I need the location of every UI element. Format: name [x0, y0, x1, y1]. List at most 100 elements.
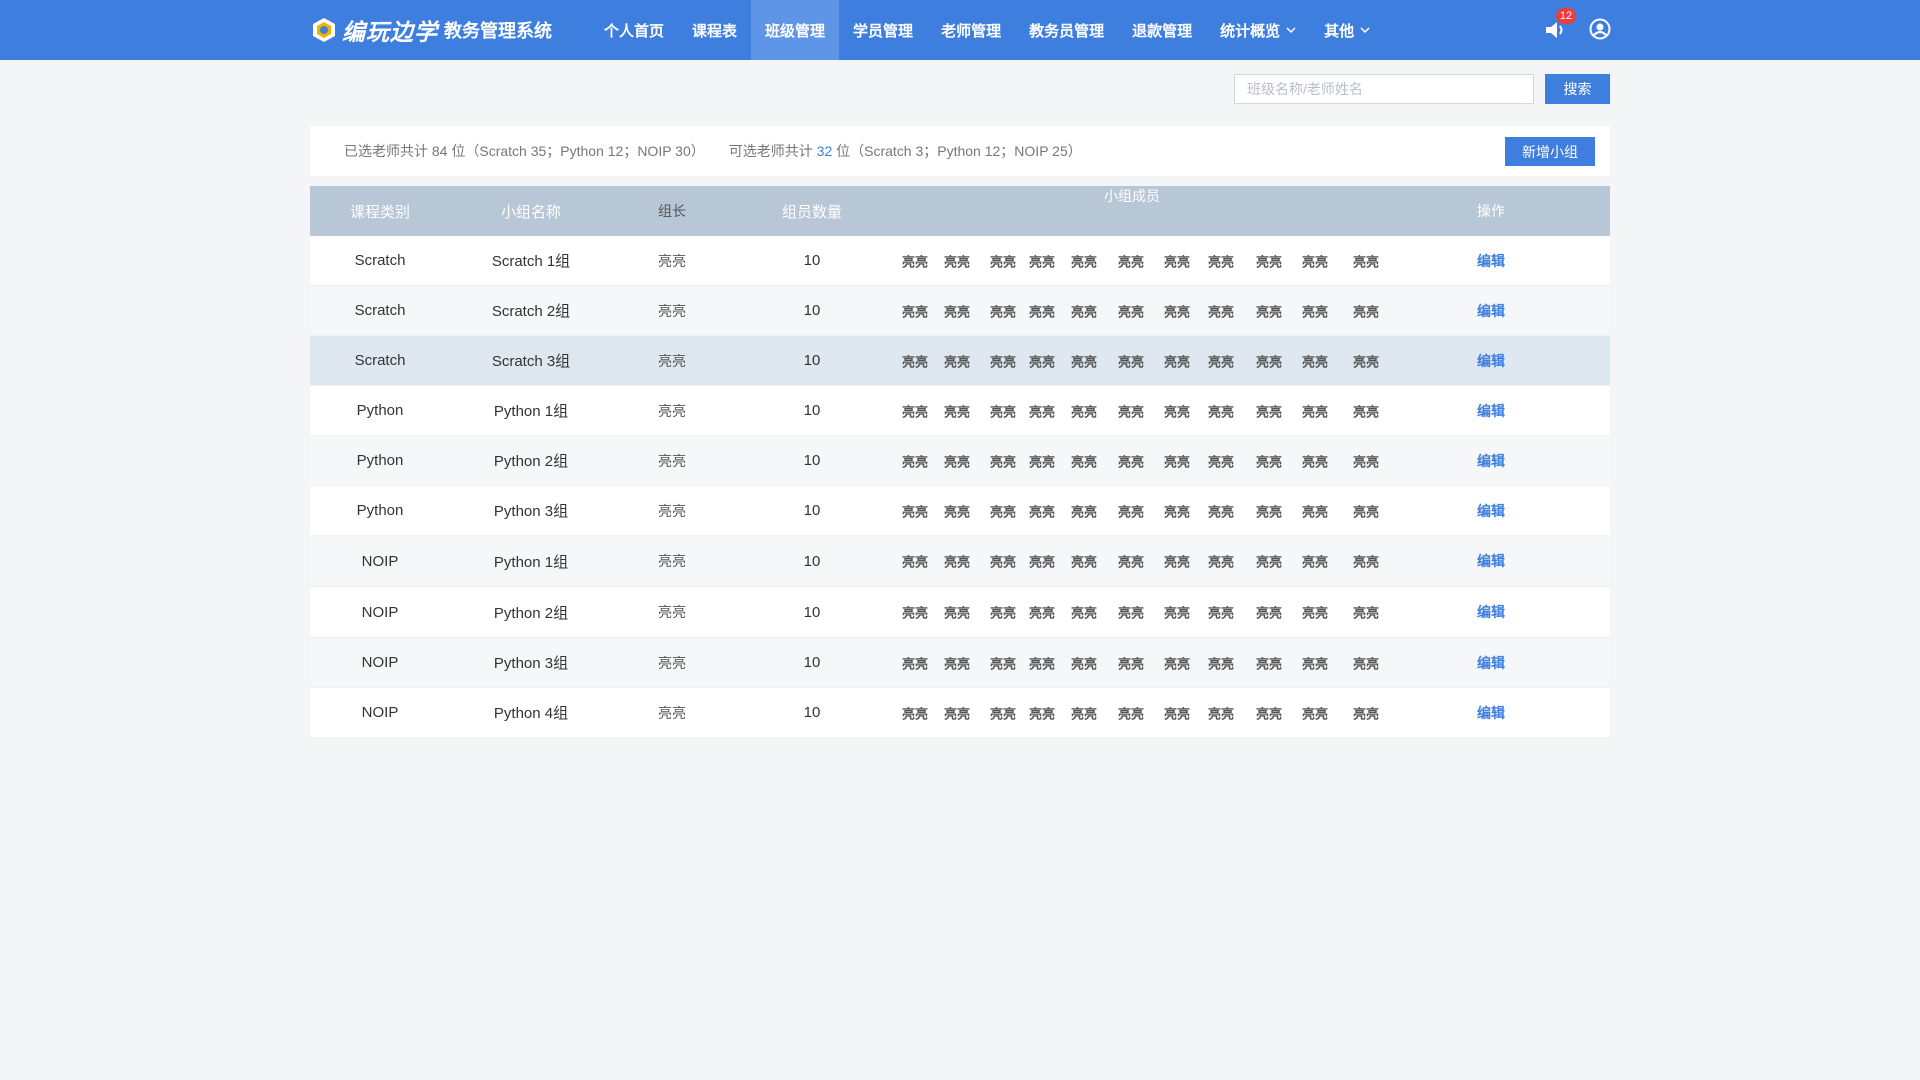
add-group-button[interactable]: 新增小组 — [1505, 137, 1595, 166]
member-name: 亮亮 — [1029, 454, 1056, 469]
edit-link[interactable]: 编辑 — [1477, 403, 1505, 419]
edit-link[interactable]: 编辑 — [1477, 705, 1505, 721]
member-list: 亮亮 亮亮 亮亮 亮亮 亮亮 亮亮 亮亮 亮亮 亮亮 亮亮 亮亮 — [892, 536, 1379, 586]
nav-item[interactable]: 学员管理 — [839, 0, 927, 60]
member-name: 亮亮 — [1029, 304, 1056, 319]
member-list: 亮亮 亮亮 亮亮 亮亮 亮亮 亮亮 亮亮 亮亮 亮亮 亮亮 亮亮 — [892, 236, 1379, 285]
summary-text: 已选老师共计 84 位（Scratch 35；Python 12；NOIP 30… — [344, 126, 1082, 176]
member-list: 亮亮 亮亮 亮亮 亮亮 亮亮 亮亮 亮亮 亮亮 亮亮 亮亮 亮亮 — [892, 436, 1379, 485]
member-name: 亮亮 — [944, 354, 971, 369]
member-name: 亮亮 — [990, 404, 1017, 419]
group-name-cell: Python 2组 — [493, 604, 569, 622]
member-name: 亮亮 — [1118, 504, 1145, 519]
member-name: 亮亮 — [1164, 706, 1191, 721]
nav-item[interactable]: 课程表 — [678, 0, 751, 60]
member-name: 亮亮 — [1302, 304, 1329, 319]
member-name: 亮亮 — [1353, 354, 1380, 369]
member-name: 亮亮 — [1071, 706, 1098, 721]
nav-item[interactable]: 老师管理 — [927, 0, 1015, 60]
member-name: 亮亮 — [944, 254, 971, 269]
member-name: 亮亮 — [902, 554, 929, 570]
members-cell: 亮亮 亮亮 亮亮 亮亮 亮亮 亮亮 亮亮 亮亮 亮亮 亮亮 亮亮 — [892, 688, 1379, 737]
group-name-cell: Python 2组 — [493, 453, 569, 470]
member-name: 亮亮 — [1302, 504, 1329, 519]
table-row: NOIP Python 2组 亮亮 10 亮亮 亮亮 亮亮 亮亮 亮亮 亮亮 亮亮 亮亮 亮亮 亮亮 亮亮编… — [310, 587, 1610, 638]
edit-link[interactable]: 编辑 — [1477, 253, 1505, 269]
member-name: 亮亮 — [1071, 354, 1098, 369]
actions-cell: 编辑 — [1372, 501, 1610, 521]
edit-link[interactable]: 编辑 — [1477, 655, 1505, 671]
member-name: 亮亮 — [990, 354, 1017, 369]
nav-item[interactable]: 统计概览 — [1206, 0, 1310, 60]
member-name: 亮亮 — [990, 605, 1017, 621]
actions-cell: 编辑 — [1372, 703, 1610, 723]
edit-link[interactable]: 编辑 — [1477, 353, 1505, 369]
nav-item[interactable]: 个人首页 — [590, 0, 678, 60]
leader-cell: 亮亮 — [658, 352, 686, 369]
member-name: 亮亮 — [990, 706, 1017, 721]
member-name: 亮亮 — [1118, 454, 1145, 469]
member-name: 亮亮 — [902, 354, 929, 369]
chevron-down-icon — [1286, 27, 1296, 34]
nav-item-label: 班级管理 — [765, 22, 826, 40]
member-name: 亮亮 — [902, 504, 929, 519]
member-name: 亮亮 — [1256, 554, 1283, 570]
brand[interactable]: 编玩边学 教务管理系统 — [310, 13, 552, 47]
member-name: 亮亮 — [1029, 554, 1056, 570]
member-name: 亮亮 — [1353, 656, 1380, 671]
member-count-cell: 10 — [803, 603, 821, 621]
group-name-cell: Scratch 1组 — [491, 253, 571, 270]
leader-cell: 亮亮 — [658, 402, 686, 419]
members-cell: 亮亮 亮亮 亮亮 亮亮 亮亮 亮亮 亮亮 亮亮 亮亮 亮亮 亮亮 — [892, 236, 1379, 285]
nav-item[interactable]: 教务员管理 — [1015, 0, 1118, 60]
edit-link[interactable]: 编辑 — [1477, 553, 1505, 569]
member-name: 亮亮 — [1029, 254, 1056, 269]
member-name: 亮亮 — [1164, 304, 1191, 319]
member-name: 亮亮 — [902, 605, 929, 621]
nav-item[interactable]: 班级管理 — [751, 0, 840, 60]
header-leader: 组长 — [658, 203, 686, 219]
member-name: 亮亮 — [1353, 554, 1380, 570]
table-row: Scratch Scratch 3组 亮亮 10 亮亮 亮亮 亮亮 亮亮 亮亮 亮亮 亮亮 亮亮 亮亮亮… — [310, 336, 1610, 386]
actions-cell: 编辑 — [1372, 653, 1610, 673]
group-name-cell: Python 1组 — [493, 553, 569, 571]
member-list: 亮亮 亮亮 亮亮 亮亮 亮亮 亮亮 亮亮 亮亮 亮亮 亮亮 亮亮 — [892, 386, 1379, 435]
member-name: 亮亮 — [1208, 354, 1235, 369]
member-name: 亮亮 — [1302, 354, 1329, 369]
member-name: 亮亮 — [1071, 656, 1098, 671]
header-category: 课程类别 — [349, 203, 410, 221]
member-name: 亮亮 — [944, 304, 971, 319]
member-name: 亮亮 — [1353, 304, 1380, 319]
main-nav: 个人首页 课程表 班级管理 学员管理 老师管理 教务员管理 退款管理 统计概览 其他 — [590, 0, 1384, 60]
leader-cell: 亮亮 — [658, 302, 686, 319]
member-name: 亮亮 — [1118, 554, 1145, 570]
member-name: 亮亮 — [1256, 504, 1283, 519]
available-teachers-suffix: 位（Scratch 3；Python 12；NOIP 25） — [832, 143, 1082, 159]
member-name: 亮亮 — [1208, 404, 1235, 419]
member-name: 亮亮 — [1208, 656, 1235, 671]
user-icon[interactable] — [1589, 18, 1611, 40]
edit-link[interactable]: 编辑 — [1477, 604, 1505, 620]
search-input[interactable] — [1234, 74, 1534, 104]
edit-link[interactable]: 编辑 — [1477, 303, 1505, 319]
member-name: 亮亮 — [1164, 554, 1191, 570]
edit-link[interactable]: 编辑 — [1477, 503, 1505, 519]
category-cell: NOIP — [361, 603, 399, 621]
nav-item[interactable]: 其他 — [1310, 0, 1384, 60]
member-list: 亮亮 亮亮 亮亮 亮亮 亮亮 亮亮 亮亮 亮亮 亮亮 亮亮 亮亮 — [892, 486, 1379, 535]
actions-cell: 编辑 — [1372, 451, 1610, 471]
member-count-cell: 10 — [803, 302, 821, 319]
nav-item[interactable]: 退款管理 — [1118, 0, 1206, 60]
leader-cell: 亮亮 — [658, 654, 686, 671]
members-cell: 亮亮 亮亮 亮亮 亮亮 亮亮 亮亮 亮亮 亮亮 亮亮 亮亮 亮亮 — [892, 536, 1379, 586]
member-name: 亮亮 — [902, 304, 929, 319]
member-name: 亮亮 — [902, 404, 929, 419]
members-cell: 亮亮 亮亮 亮亮 亮亮 亮亮 亮亮 亮亮 亮亮 亮亮 亮亮 亮亮 — [892, 587, 1379, 637]
member-name: 亮亮 — [1353, 706, 1380, 721]
member-name: 亮亮 — [1118, 605, 1145, 621]
member-name: 亮亮 — [1118, 404, 1145, 419]
summary-bar: 已选老师共计 84 位（Scratch 35；Python 12；NOIP 30… — [310, 126, 1610, 176]
edit-link[interactable]: 编辑 — [1477, 453, 1505, 469]
search-button[interactable]: 搜索 — [1545, 74, 1610, 104]
member-name: 亮亮 — [1256, 254, 1283, 269]
